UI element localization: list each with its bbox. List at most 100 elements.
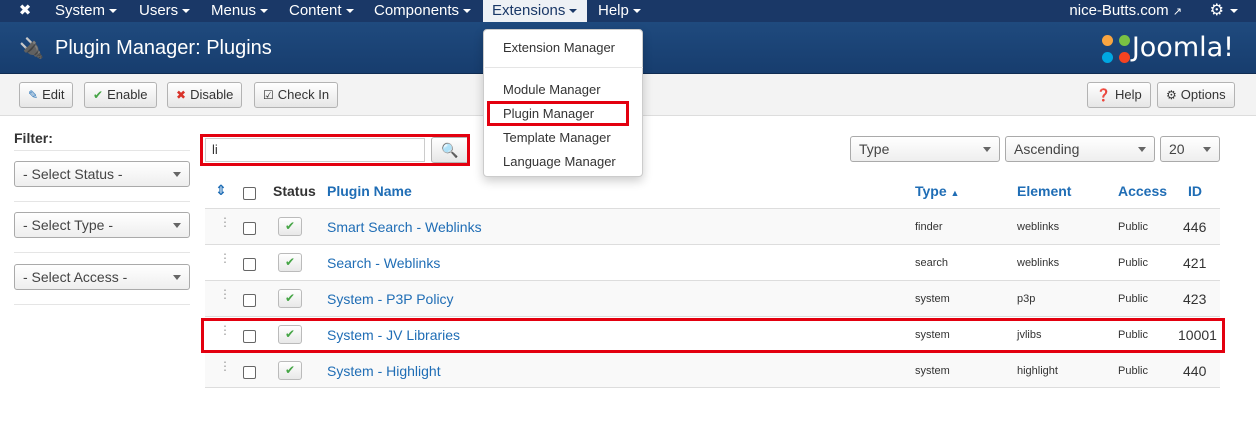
brand-text: Joomla! [1131, 32, 1234, 63]
disable-button[interactable]: ✖ Disable [167, 82, 243, 108]
th-element[interactable]: Element [1017, 183, 1071, 199]
dropdown-divider [485, 67, 643, 68]
joomla-logo-icon[interactable]: ✖ [17, 3, 33, 19]
plugin-id: 423 [1183, 291, 1207, 307]
dropdown-item-extension-manager[interactable]: Extension Manager [503, 40, 615, 55]
help-button[interactable]: ❓ Help [1087, 82, 1151, 108]
help-label: Help [1114, 87, 1142, 102]
menu-menus[interactable]: Menus [211, 0, 269, 22]
enabled-check-icon[interactable]: ✔ [278, 289, 302, 308]
plug-icon: 🔌 [19, 38, 44, 60]
highlight-plugin-manager-box [487, 101, 629, 126]
enable-button[interactable]: ✔ Enable [84, 82, 157, 108]
top-navbar: ✖ System Users Menus Content Components … [0, 0, 1256, 22]
dropdown-item-module-manager[interactable]: Module Manager [503, 82, 601, 97]
dropdown-item-template-manager[interactable]: Template Manager [503, 130, 611, 145]
limit-select[interactable]: 20 [1160, 136, 1220, 162]
menu-content-label: Content [289, 2, 342, 19]
plugin-id: 440 [1183, 363, 1207, 379]
checkbox-icon: ☑ [263, 88, 274, 102]
th-type[interactable]: Type ▲ [915, 183, 959, 199]
drag-handle-icon[interactable]: ⋮ [219, 252, 231, 264]
chevron-down-icon [983, 147, 991, 152]
row-checkbox[interactable] [243, 366, 256, 379]
ordering-sort-icon[interactable]: ⇕ [215, 182, 227, 199]
menu-system[interactable]: System [55, 0, 118, 22]
access-select-value: - Select Access - [23, 269, 128, 285]
sort-field-select[interactable]: Type [850, 136, 1000, 162]
divider [14, 150, 190, 151]
enable-label: Enable [107, 87, 148, 102]
drag-handle-icon[interactable]: ⋮ [219, 360, 231, 372]
chevron-down-icon [173, 275, 181, 280]
limit-value: 20 [1169, 141, 1185, 157]
th-plugin-name[interactable]: Plugin Name [327, 183, 412, 199]
menu-help[interactable]: Help [598, 0, 641, 22]
page-title: Plugin Manager: Plugins [55, 37, 272, 59]
chevron-down-icon [1138, 147, 1146, 152]
options-label: Options [1180, 87, 1226, 102]
row-checkbox[interactable] [243, 258, 256, 271]
divider [14, 201, 190, 202]
external-link-icon: ↗ [1172, 6, 1182, 18]
options-button[interactable]: ⚙ Options [1157, 82, 1235, 108]
menu-components[interactable]: Components [374, 0, 472, 22]
drag-handle-icon[interactable]: ⋮ [219, 288, 231, 300]
row-checkbox[interactable] [243, 222, 256, 235]
plugin-id: 421 [1183, 255, 1207, 271]
edit-icon: ✎ [28, 88, 39, 102]
plugin-name-link[interactable]: System - Highlight [327, 353, 441, 389]
highlight-search-box [200, 134, 470, 166]
plugin-element: p3p [1017, 293, 1036, 305]
plugin-name-link[interactable]: Search - Weblinks [327, 245, 440, 281]
row-checkbox[interactable] [243, 294, 256, 307]
enabled-check-icon[interactable]: ✔ [278, 361, 302, 380]
enabled-check-icon[interactable]: ✔ [278, 253, 302, 272]
plugin-name-link[interactable]: System - P3P Policy [327, 281, 454, 317]
th-status[interactable]: Status [273, 183, 316, 199]
drag-handle-icon[interactable]: ⋮ [219, 216, 231, 228]
edit-button[interactable]: ✎ Edit [19, 82, 74, 108]
status-select-value: - Select Status - [23, 166, 123, 182]
sort-order-select[interactable]: Ascending [1005, 136, 1155, 162]
site-link-label: nice-Butts.com [1069, 2, 1169, 19]
sort-asc-icon: ▲ [950, 188, 960, 198]
divider [14, 252, 190, 253]
plugin-type: system [915, 365, 950, 377]
dropdown-item-language-manager[interactable]: Language Manager [503, 154, 616, 169]
plugin-access: Public [1118, 293, 1148, 305]
plugin-element: highlight [1017, 365, 1058, 377]
plugin-element: weblinks [1017, 257, 1060, 269]
table-row: ⋮ ✔ System - P3P Policy system p3p Publi… [205, 280, 1220, 316]
menu-extensions[interactable]: Extensions [483, 0, 587, 22]
type-select-value: - Select Type - [23, 217, 114, 233]
type-select[interactable]: - Select Type - [14, 212, 190, 238]
menu-components-label: Components [374, 2, 460, 19]
chevron-down-icon [173, 172, 181, 177]
chevron-down-icon [173, 223, 181, 228]
gear-icon: ⚙ [1166, 88, 1177, 102]
menu-content[interactable]: Content [289, 0, 354, 22]
joomla-brand: Joomla! [1101, 32, 1234, 63]
menu-system-label: System [55, 2, 106, 19]
gear-icon[interactable]: ⚙ [1210, 0, 1238, 22]
access-select[interactable]: - Select Access - [14, 264, 190, 290]
question-icon: ❓ [1096, 88, 1111, 102]
menu-users[interactable]: Users [139, 0, 191, 22]
menu-users-label: Users [139, 2, 179, 19]
sort-field-value: Type [859, 141, 890, 157]
site-link[interactable]: nice-Butts.com ↗ [1069, 0, 1182, 23]
menu-menus-label: Menus [211, 2, 257, 19]
checkin-label: Check In [277, 87, 330, 102]
plugin-name-link[interactable]: Smart Search - Weblinks [327, 209, 482, 245]
plugin-access: Public [1118, 365, 1148, 377]
select-all-checkbox[interactable] [243, 187, 256, 200]
status-select[interactable]: - Select Status - [14, 161, 190, 187]
joomla-mark-icon [1101, 34, 1130, 63]
chevron-down-icon [1203, 147, 1211, 152]
edit-label: Edit [42, 87, 65, 102]
checkin-button[interactable]: ☑ Check In [254, 82, 339, 108]
enabled-check-icon[interactable]: ✔ [278, 217, 302, 236]
th-access[interactable]: Access [1118, 183, 1167, 199]
th-id[interactable]: ID [1188, 183, 1202, 199]
